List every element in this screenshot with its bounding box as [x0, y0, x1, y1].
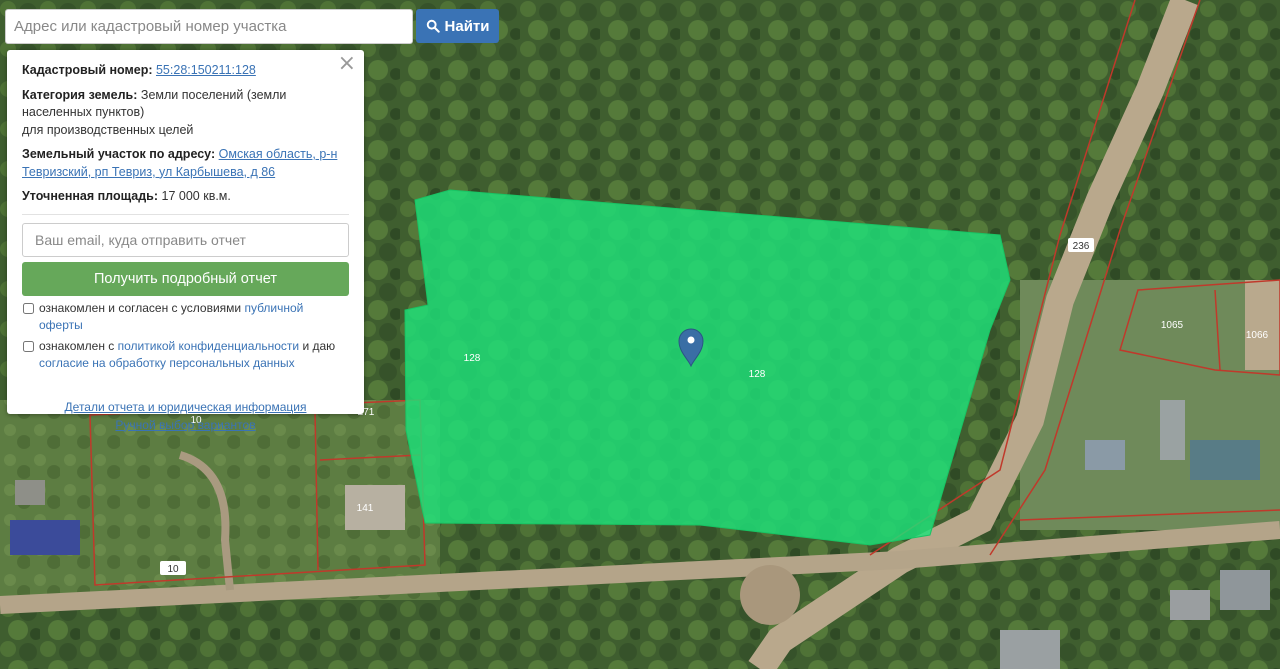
area-value: 17 000 кв.м.: [161, 189, 231, 203]
cadastral-number-row: Кадастровый номер: 55:28:150211:128: [22, 62, 349, 80]
building: [15, 480, 45, 505]
cadastral-number-label: Кадастровый номер:: [22, 63, 153, 77]
report-details-link[interactable]: Детали отчета и юридическая информация: [22, 398, 349, 416]
privacy-policy-link[interactable]: политикой конфиденциальности: [118, 339, 299, 353]
cadastral-number-link[interactable]: 55:28:150211:128: [156, 63, 256, 77]
svg-text:141: 141: [357, 503, 374, 514]
svg-text:1066: 1066: [1246, 330, 1269, 341]
svg-text:128: 128: [464, 353, 481, 364]
building: [1220, 570, 1270, 610]
parcel-label: 10: [160, 561, 186, 575]
area-row: Уточненная площадь: 17 000 кв.м.: [22, 188, 349, 206]
get-report-button[interactable]: Получить подробный отчет: [22, 261, 349, 296]
building: [1245, 280, 1280, 370]
divider: [22, 213, 349, 215]
land-category-value: населенных пунктов): [22, 105, 145, 119]
privacy-consent-checkbox[interactable]: [23, 340, 34, 352]
privacy-consent-text: ознакомлен с политикой конфиденциальност…: [39, 338, 349, 372]
building: [1190, 440, 1260, 480]
parcel-label: 1065: [1161, 320, 1184, 331]
panel-footer-links: Детали отчета и юридическая информация Р…: [22, 398, 349, 434]
building: [10, 520, 80, 555]
offer-consent-text: ознакомлен и согласен с условиями публич…: [39, 300, 349, 334]
svg-text:10: 10: [167, 564, 179, 575]
land-category-value: Земли поселений (земли: [140, 87, 287, 102]
offer-consent-label: ознакомлен и согласен с условиями: [39, 300, 242, 315]
road-junction: [740, 565, 800, 625]
building: [1160, 400, 1185, 460]
search-button-label: Найти: [444, 17, 490, 35]
svg-text:128: 128: [749, 369, 766, 380]
svg-text:1065: 1065: [1161, 320, 1184, 331]
search-icon: [426, 19, 440, 33]
parcel-label: 128: [749, 369, 766, 380]
search-input[interactable]: [5, 9, 413, 44]
parcel-info-panel: × Кадастровый номер: 55:28:150211:128 Ка…: [7, 50, 364, 432]
building: [345, 485, 405, 530]
address-row: Земельный участок по адресу: Омская обла…: [22, 146, 349, 181]
area-label: Уточненная площадь:: [22, 189, 159, 203]
privacy-consent-label: и даю: [302, 338, 336, 353]
data-processing-consent-link[interactable]: согласие на обработку персональных данны…: [39, 356, 295, 370]
offer-consent-checkbox[interactable]: [23, 302, 34, 314]
address-link[interactable]: Омская область, р-н: [219, 147, 338, 161]
offer-consent-row: ознакомлен и согласен с условиями публич…: [22, 300, 349, 334]
address-label: Земельный участок по адресу:: [22, 147, 216, 161]
selected-parcel[interactable]: [404, 189, 1011, 546]
parcel-label: 141: [357, 503, 374, 514]
parcel-label: 128: [464, 353, 481, 364]
svg-text:236: 236: [1073, 241, 1090, 252]
email-field[interactable]: [22, 222, 349, 257]
search-button[interactable]: Найти: [416, 9, 499, 43]
manual-selection-link[interactable]: Ручной выбор вариантов: [22, 416, 349, 434]
building: [1170, 590, 1210, 620]
building: [1000, 630, 1060, 669]
privacy-consent-row: ознакомлен с политикой конфиденциальност…: [22, 338, 349, 372]
land-category-row: Категория земель: Земли поселений (земли…: [22, 87, 349, 140]
privacy-consent-label: ознакомлен с: [39, 338, 115, 353]
land-category-value: для производственных целей: [22, 122, 194, 137]
land-category-label: Категория земель:: [22, 87, 138, 102]
close-icon[interactable]: ×: [338, 53, 356, 75]
building: [1085, 440, 1125, 470]
parcel-label: 1066: [1246, 330, 1269, 341]
address-link[interactable]: Тевризский, рп Тевриз, ул Карбышева, д 8…: [22, 165, 275, 179]
parcel-label: 236: [1068, 238, 1094, 252]
